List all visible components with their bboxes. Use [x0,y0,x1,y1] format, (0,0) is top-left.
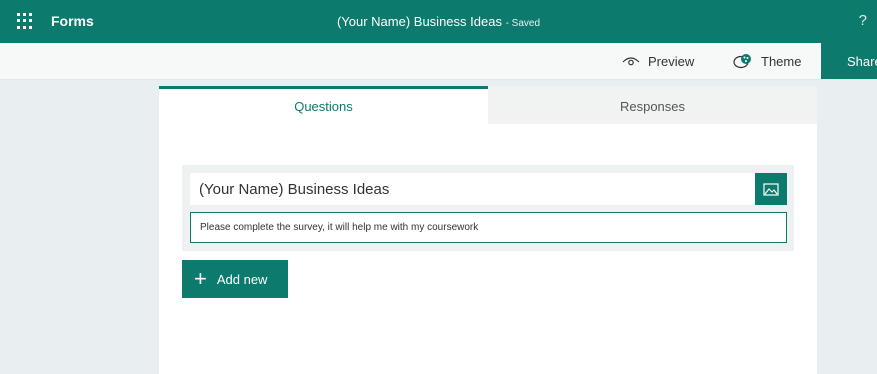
theme-label: Theme [761,53,802,69]
form-title-box [190,173,787,205]
form-description-input[interactable] [191,213,786,242]
save-status: - Saved [505,18,541,29]
add-new-button[interactable]: + Add new [182,260,288,298]
eye-icon [622,57,640,66]
share-button[interactable]: Share [821,43,877,79]
preview-label: Preview [648,53,695,69]
palette-icon [733,54,751,69]
document-title-text: (Your Name) Business Ideas [336,14,502,29]
document-title: (Your Name) Business Ideas - Saved [0,14,877,29]
preview-button[interactable]: Preview [622,43,694,79]
form-description-box [190,212,787,243]
form-title-input[interactable] [190,173,752,205]
top-bar: Forms (Your Name) Business Ideas - Saved… [0,0,877,43]
add-new-label: Add new [216,271,268,287]
image-icon [763,182,779,196]
plus-icon: + [194,266,207,291]
help-icon[interactable]: ? [859,12,867,29]
command-bar: Preview Theme [0,43,877,80]
theme-button[interactable]: Theme [733,43,801,79]
tab-questions[interactable]: Questions [159,86,488,124]
insert-image-button[interactable] [755,173,787,205]
tab-responses[interactable]: Responses [488,86,817,124]
